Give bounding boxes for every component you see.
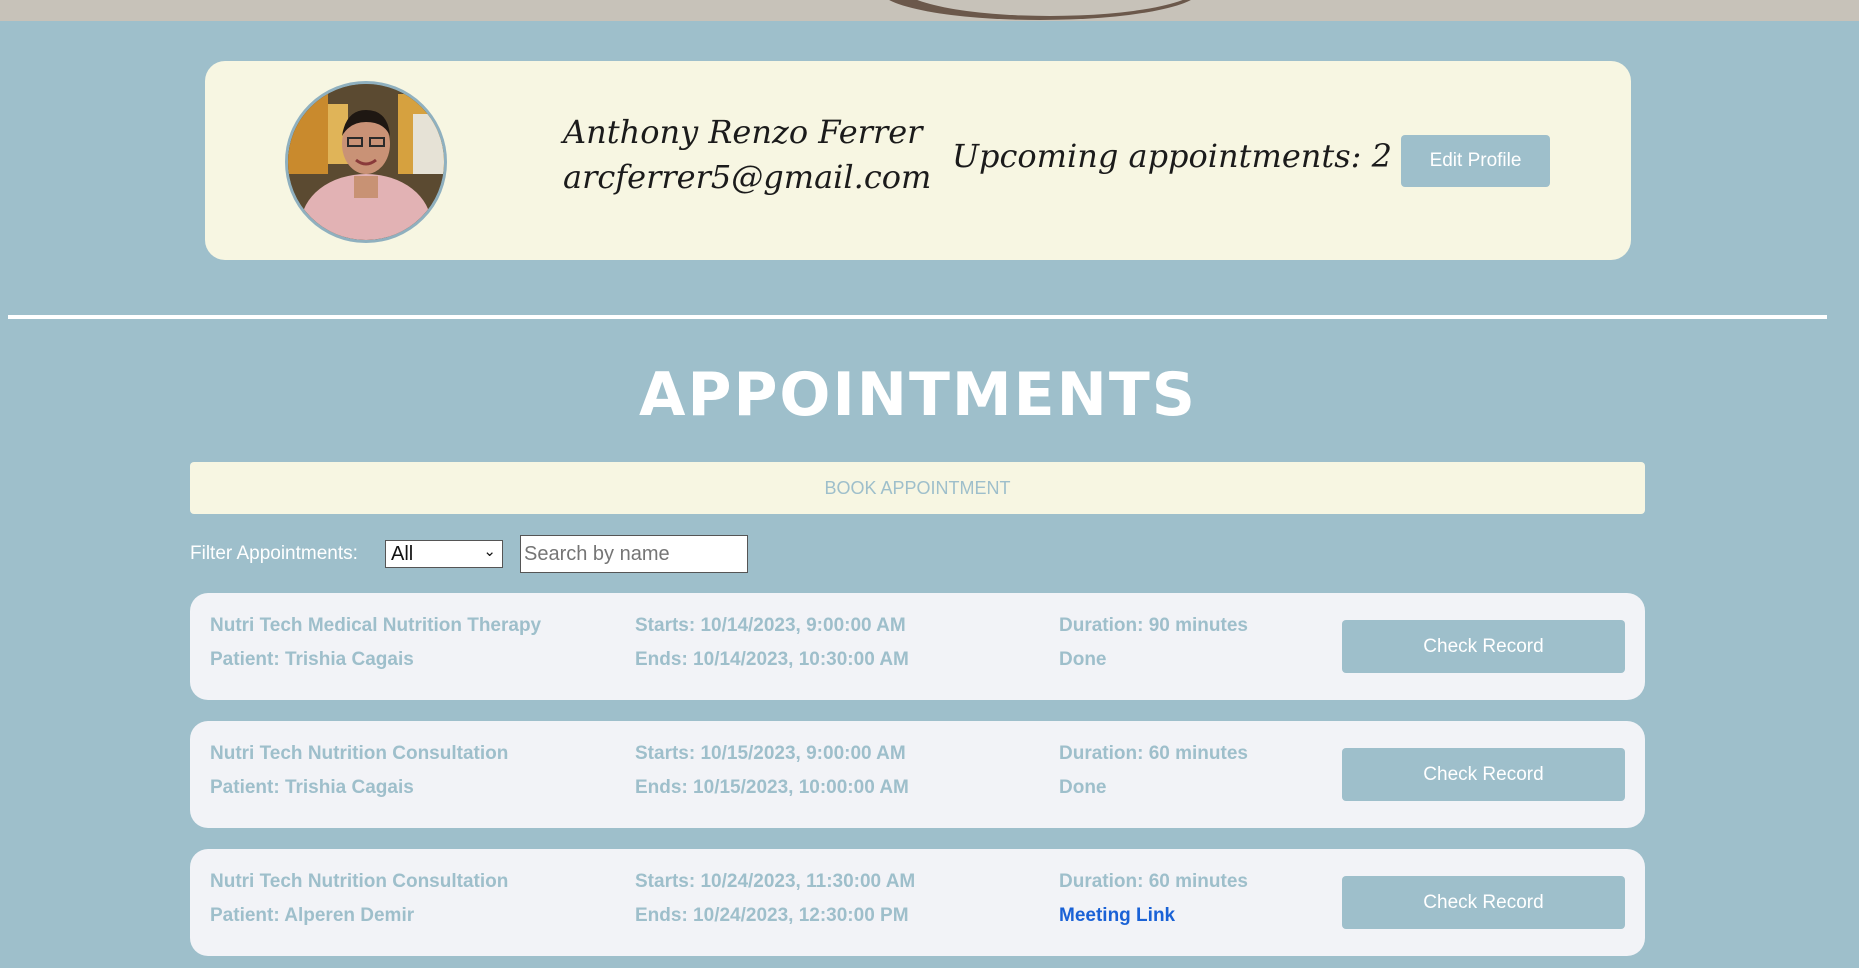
appointment-service: Nutri Tech Medical Nutrition Therapy (210, 615, 542, 636)
check-record-button[interactable]: Check Record (1342, 876, 1625, 929)
profile-avatar (285, 81, 447, 243)
meeting-link[interactable]: Meeting Link (1059, 905, 1175, 927)
appointment-card: Nutri Tech Nutrition Consultation Patien… (190, 849, 1645, 956)
section-divider (8, 315, 1827, 319)
appointment-patient: Patient: Trishia Cagais (210, 649, 414, 670)
upcoming-appointments-count: Upcoming appointments: 2 (952, 137, 1392, 175)
edit-profile-button[interactable]: Edit Profile (1401, 135, 1550, 187)
check-record-button[interactable]: Check Record (1342, 620, 1625, 673)
appointment-card: Nutri Tech Medical Nutrition Therapy Pat… (190, 593, 1645, 700)
appointment-status: Done (1059, 649, 1107, 670)
appointment-patient: Patient: Trishia Cagais (210, 777, 414, 798)
appointment-start: Starts: 10/24/2023, 11:30:00 AM (635, 871, 916, 892)
check-record-button[interactable]: Check Record (1342, 748, 1625, 801)
search-input[interactable] (520, 535, 748, 573)
appointment-patient: Patient: Alperen Demir (210, 905, 415, 926)
appointment-status: Done (1059, 777, 1107, 798)
appointment-end: Ends: 10/24/2023, 12:30:00 PM (635, 905, 909, 926)
appointments-title: APPOINTMENTS (639, 360, 1197, 430)
appointment-duration: Duration: 90 minutes (1059, 615, 1248, 636)
filter-label: Filter Appointments: (190, 543, 358, 564)
appointment-service: Nutri Tech Nutrition Consultation (210, 743, 509, 764)
profile-name: Anthony Renzo Ferrer (563, 113, 923, 151)
appointment-service: Nutri Tech Nutrition Consultation (210, 871, 509, 892)
appointment-end: Ends: 10/15/2023, 10:00:00 AM (635, 777, 909, 798)
appointment-card: Nutri Tech Nutrition Consultation Patien… (190, 721, 1645, 828)
chevron-down-icon: ⌄ (483, 543, 496, 560)
appointment-duration: Duration: 60 minutes (1059, 871, 1248, 892)
filter-select[interactable]: All ⌄ (385, 540, 503, 568)
hero-image-strip (0, 0, 1859, 21)
profile-card: Anthony Renzo Ferrer arcferrer5@gmail.co… (205, 61, 1631, 260)
book-appointment-button[interactable]: BOOK APPOINTMENT (190, 462, 1645, 514)
profile-email: arcferrer5@gmail.com (563, 158, 932, 196)
appointment-end: Ends: 10/14/2023, 10:30:00 AM (635, 649, 909, 670)
appointment-start: Starts: 10/14/2023, 9:00:00 AM (635, 615, 906, 636)
appointment-start: Starts: 10/15/2023, 9:00:00 AM (635, 743, 906, 764)
appointment-duration: Duration: 60 minutes (1059, 743, 1248, 764)
filter-selected-value: All (391, 542, 414, 565)
